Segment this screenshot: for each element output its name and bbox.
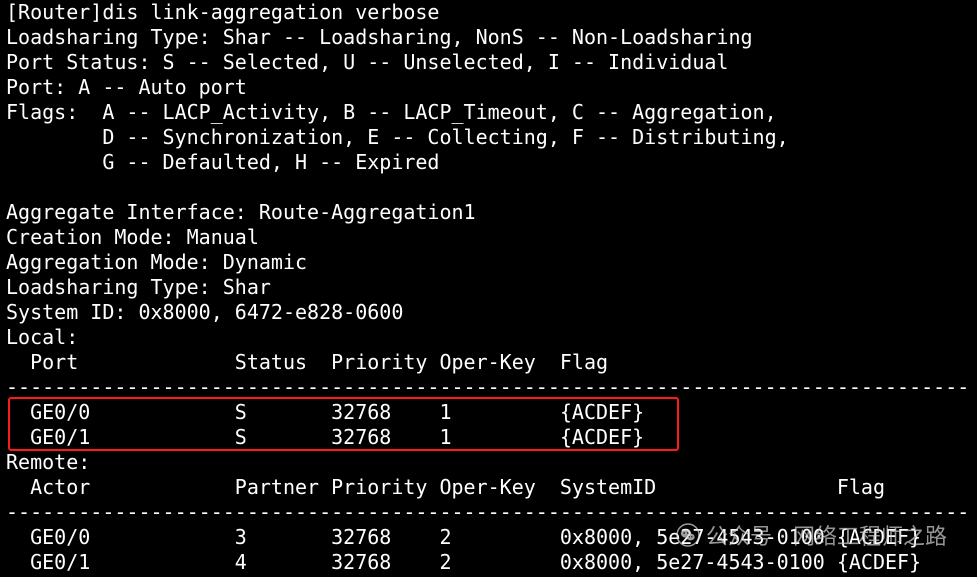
- terminal-line: Port Status: S -- Selected, U -- Unselec…: [6, 50, 729, 74]
- terminal-line-command: [Router]dis link-aggregation verbose: [6, 0, 440, 24]
- terminal-line: Aggregation Mode: Dynamic: [6, 250, 308, 274]
- remote-table-row: GE0/1 4 32768 2 0x8000, 5e27-4543-0100 {…: [6, 550, 922, 574]
- table-divider: ----------------------------------------…: [6, 500, 970, 524]
- local-table-header: Port Status Priority Oper-Key Flag: [6, 350, 609, 374]
- terminal-line: Loadsharing Type: Shar -- Loadsharing, N…: [6, 25, 753, 49]
- local-table-row: GE0/0 S 32768 1 {ACDEF}: [6, 400, 645, 424]
- remote-table-row: GE0/0 3 32768 2 0x8000, 5e27-4543-0100 {…: [6, 525, 922, 549]
- terminal-line: Remote:: [6, 450, 91, 474]
- terminal-line: Loadsharing Type: Shar: [6, 275, 271, 299]
- table-divider: ----------------------------------------…: [6, 375, 970, 399]
- terminal-line: Port: A -- Auto port: [6, 75, 247, 99]
- terminal-window[interactable]: [Router]dis link-aggregation verbose Loa…: [0, 0, 977, 577]
- local-table-row: GE0/1 S 32768 1 {ACDEF}: [6, 425, 645, 449]
- terminal-line: Flags: A -- LACP_Activity, B -- LACP_Tim…: [6, 100, 777, 124]
- terminal-line: D -- Synchronization, E -- Collecting, F…: [6, 125, 789, 149]
- terminal-line: Local:: [6, 325, 79, 349]
- terminal-line: G -- Defaulted, H -- Expired: [6, 150, 440, 174]
- terminal-line: System ID: 0x8000, 6472-e828-0600: [6, 300, 404, 324]
- terminal-line: Creation Mode: Manual: [6, 225, 259, 249]
- terminal-line: Aggregate Interface: Route-Aggregation1: [6, 200, 476, 224]
- remote-table-header: Actor Partner Priority Oper-Key SystemID…: [6, 475, 885, 499]
